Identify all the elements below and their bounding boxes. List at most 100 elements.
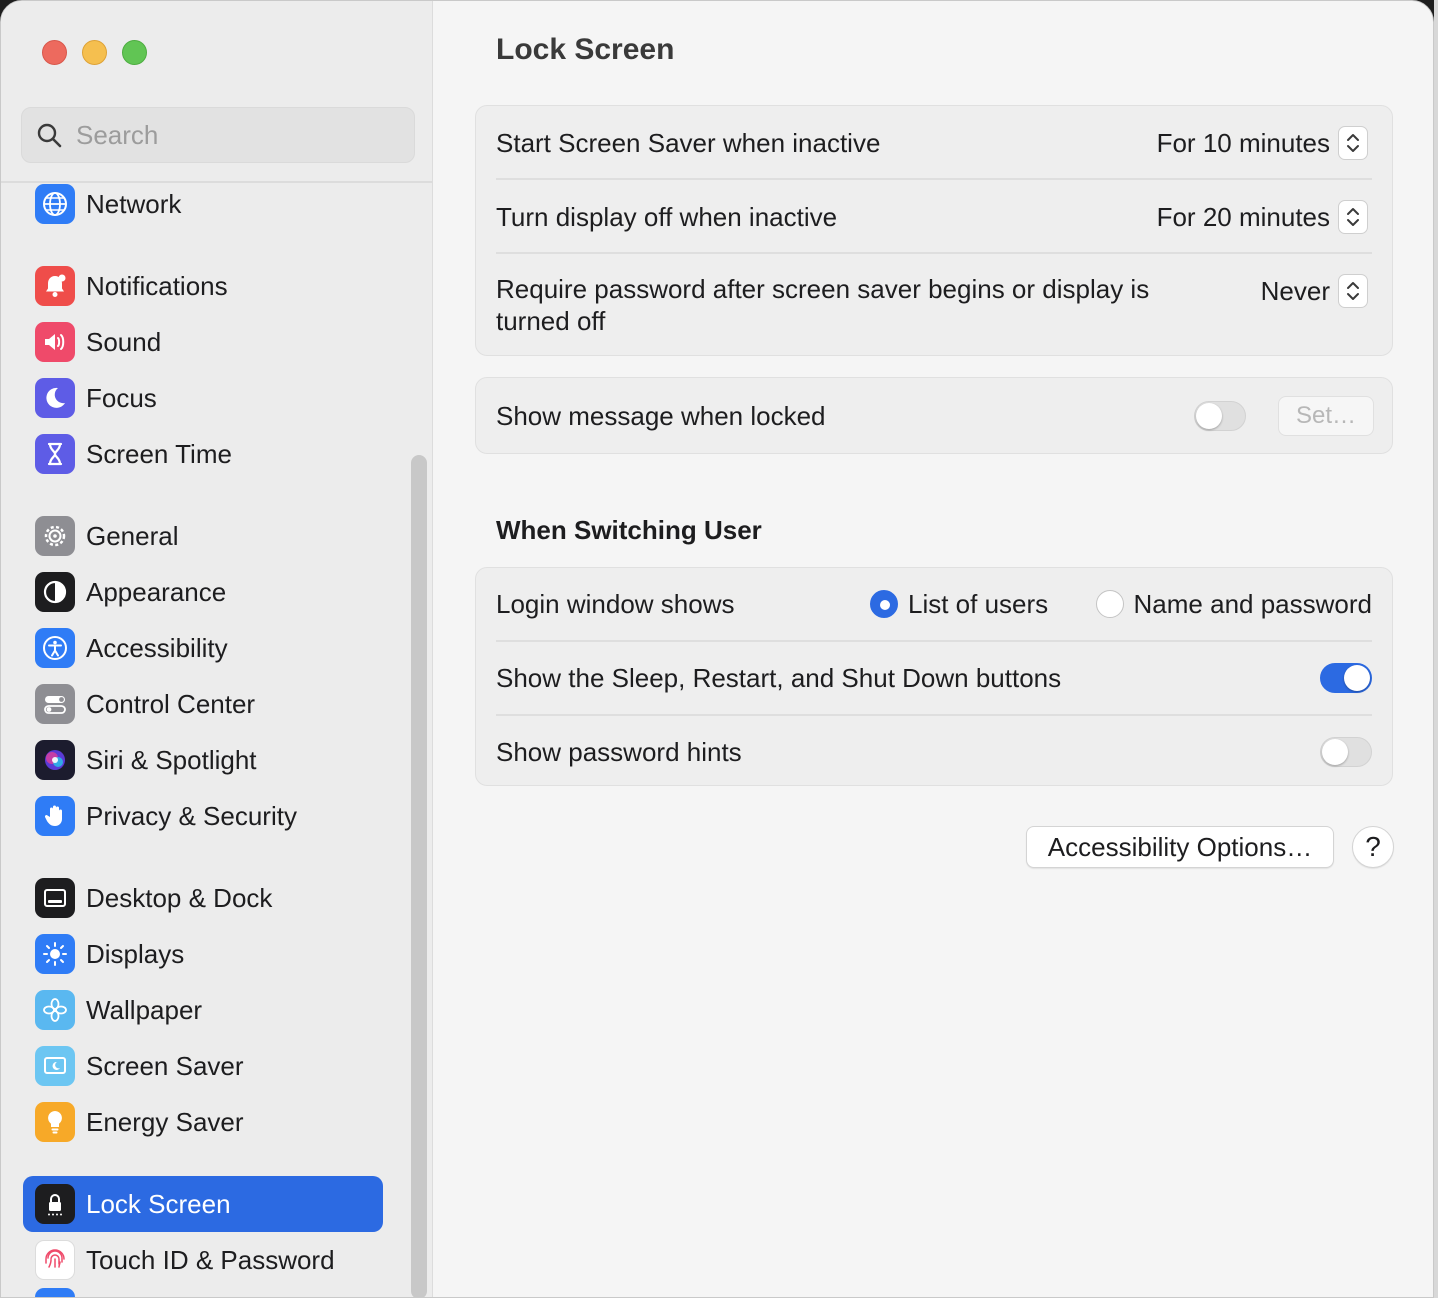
message-card: Show message when locked Set… (475, 377, 1393, 454)
radio-label: Name and password (1133, 588, 1372, 619)
updown-chevron-icon (1338, 200, 1368, 234)
screen-saver-value: For 10 minutes (1156, 127, 1330, 158)
sidebar-item-label: General (86, 520, 179, 551)
sidebar-item-lock-screen[interactable]: Lock Screen (23, 1176, 383, 1232)
sidebar-item-label: Siri & Spotlight (86, 744, 257, 775)
sidebar-item-label: Screen Time (86, 438, 232, 469)
require-password-popup[interactable]: Never (1261, 274, 1368, 308)
sidebar-item-network[interactable]: Network (23, 176, 383, 232)
sidebar-item-desktop-dock[interactable]: Desktop & Dock (23, 870, 383, 926)
sidebar-item-general[interactable]: General (23, 508, 383, 564)
sidebar-item-label: Privacy & Security (86, 800, 297, 831)
close-button[interactable] (42, 40, 67, 65)
settings-window: Network Notifications Sound Focus (0, 0, 1434, 1298)
accessibility-icon (35, 628, 75, 668)
sidebar-item-screen-time[interactable]: Screen Time (23, 426, 383, 482)
sidebar-item-touch-id[interactable]: Touch ID & Password (23, 1232, 383, 1288)
sidebar-item-label: Control Center (86, 688, 256, 719)
sidebar-item-sound[interactable]: Sound (23, 314, 383, 370)
content-pane: Lock Screen Start Screen Saver when inac… (434, 1, 1433, 1297)
require-password-row: Require password after screen saver begi… (496, 273, 1372, 339)
sleep-buttons-row: Show the Sleep, Restart, and Shut Down b… (496, 660, 1372, 696)
radio-unselected-icon (1095, 590, 1124, 618)
sleep-buttons-toggle[interactable] (1320, 663, 1372, 693)
sidebar-item-privacy-security[interactable]: Privacy & Security (23, 788, 383, 844)
appearance-icon (35, 572, 75, 612)
gear-icon (35, 516, 75, 556)
section-title-switching-user: When Switching User (496, 515, 762, 545)
window-controls (42, 40, 147, 65)
show-message-row: Show message when locked Set… (496, 396, 1374, 436)
sidebar-item-wallpaper[interactable]: Wallpaper (23, 982, 383, 1038)
sidebar-item-control-center[interactable]: Control Center (23, 676, 383, 732)
password-hints-label: Show password hints (496, 737, 742, 767)
sidebar-item-label: Focus (86, 382, 157, 413)
password-hints-toggle[interactable] (1320, 737, 1372, 767)
updown-chevron-icon (1338, 126, 1368, 160)
screen-saver-row: Start Screen Saver when inactive For 10 … (496, 126, 1372, 160)
radio-name-and-password[interactable]: Name and password (1095, 588, 1372, 620)
search-input[interactable] (76, 119, 376, 151)
updown-chevron-icon (1338, 274, 1368, 308)
display-off-label: Turn display off when inactive (496, 202, 838, 232)
sidebar-item-energy-saver[interactable]: Energy Saver (23, 1094, 383, 1150)
sidebar-item-siri-spotlight[interactable]: Siri & Spotlight (23, 732, 383, 788)
help-button[interactable]: ? (1352, 826, 1394, 868)
sidebar-item-label: Touch ID & Password (86, 1244, 335, 1275)
display-off-value: For 20 minutes (1156, 201, 1330, 232)
search-icon (37, 123, 62, 148)
sidebar: Network Notifications Sound Focus (1, 1, 433, 1297)
sidebar-item-focus[interactable]: Focus (23, 370, 383, 426)
login-window-row: Login window shows List of users Name an… (496, 586, 1372, 622)
row-divider (496, 252, 1372, 254)
sidebar-scrollbar[interactable] (411, 455, 427, 1297)
sidebar-item-appearance[interactable]: Appearance (23, 564, 383, 620)
sidebar-item-label: Screen Saver (86, 1050, 244, 1081)
flower-icon (35, 990, 75, 1030)
password-hints-row: Show password hints (496, 734, 1372, 770)
sidebar-item-label: Notifications (86, 270, 228, 301)
sidebar-item-accessibility[interactable]: Accessibility (23, 620, 383, 676)
timing-settings-card: Start Screen Saver when inactive For 10 … (475, 105, 1393, 356)
sidebar-item-displays[interactable]: Displays (23, 926, 383, 982)
require-password-label: Require password after screen saver begi… (496, 274, 1150, 336)
sidebar-item-notifications[interactable]: Notifications (23, 258, 383, 314)
row-divider (496, 714, 1372, 716)
display-off-row: Turn display off when inactive For 20 mi… (496, 200, 1372, 234)
search-field[interactable] (21, 107, 415, 163)
lock-icon (35, 1184, 75, 1224)
switches-icon (35, 684, 75, 724)
require-password-value: Never (1260, 275, 1330, 306)
partial-icon (35, 1288, 75, 1297)
toggle-knob (1196, 403, 1222, 429)
sidebar-item-label: Lock Screen (86, 1188, 231, 1219)
toggle-knob (1344, 665, 1370, 691)
background-edge (1434, 0, 1438, 1298)
zoom-button[interactable] (122, 40, 147, 65)
sidebar-item-partial (23, 1288, 383, 1297)
minimize-button[interactable] (82, 40, 107, 65)
screen-saver-label: Start Screen Saver when inactive (496, 128, 881, 158)
switching-user-card: Login window shows List of users Name an… (475, 567, 1393, 786)
sidebar-item-label: Appearance (86, 576, 227, 607)
sidebar-item-screen-saver[interactable]: Screen Saver (23, 1038, 383, 1094)
accessibility-options-button[interactable]: Accessibility Options… (1026, 826, 1334, 868)
radio-list-of-users[interactable]: List of users (870, 589, 1048, 620)
hourglass-icon (35, 434, 75, 474)
sun-icon (35, 934, 75, 974)
show-message-toggle[interactable] (1194, 401, 1246, 431)
show-message-label: Show message when locked (496, 401, 826, 431)
screensaver-icon (35, 1046, 75, 1086)
radio-label: List of users (908, 588, 1049, 619)
sidebar-item-label: Displays (86, 938, 185, 969)
set-message-button[interactable]: Set… (1278, 396, 1374, 436)
display-off-popup[interactable]: For 20 minutes (1157, 200, 1368, 234)
bulb-icon (35, 1102, 75, 1142)
dock-icon (35, 878, 75, 918)
moon-icon (35, 378, 75, 418)
page-title: Lock Screen (496, 33, 675, 66)
siri-icon (35, 740, 75, 780)
hand-icon (35, 796, 75, 836)
fingerprint-icon (35, 1240, 75, 1280)
screen-saver-popup[interactable]: For 10 minutes (1157, 126, 1368, 160)
